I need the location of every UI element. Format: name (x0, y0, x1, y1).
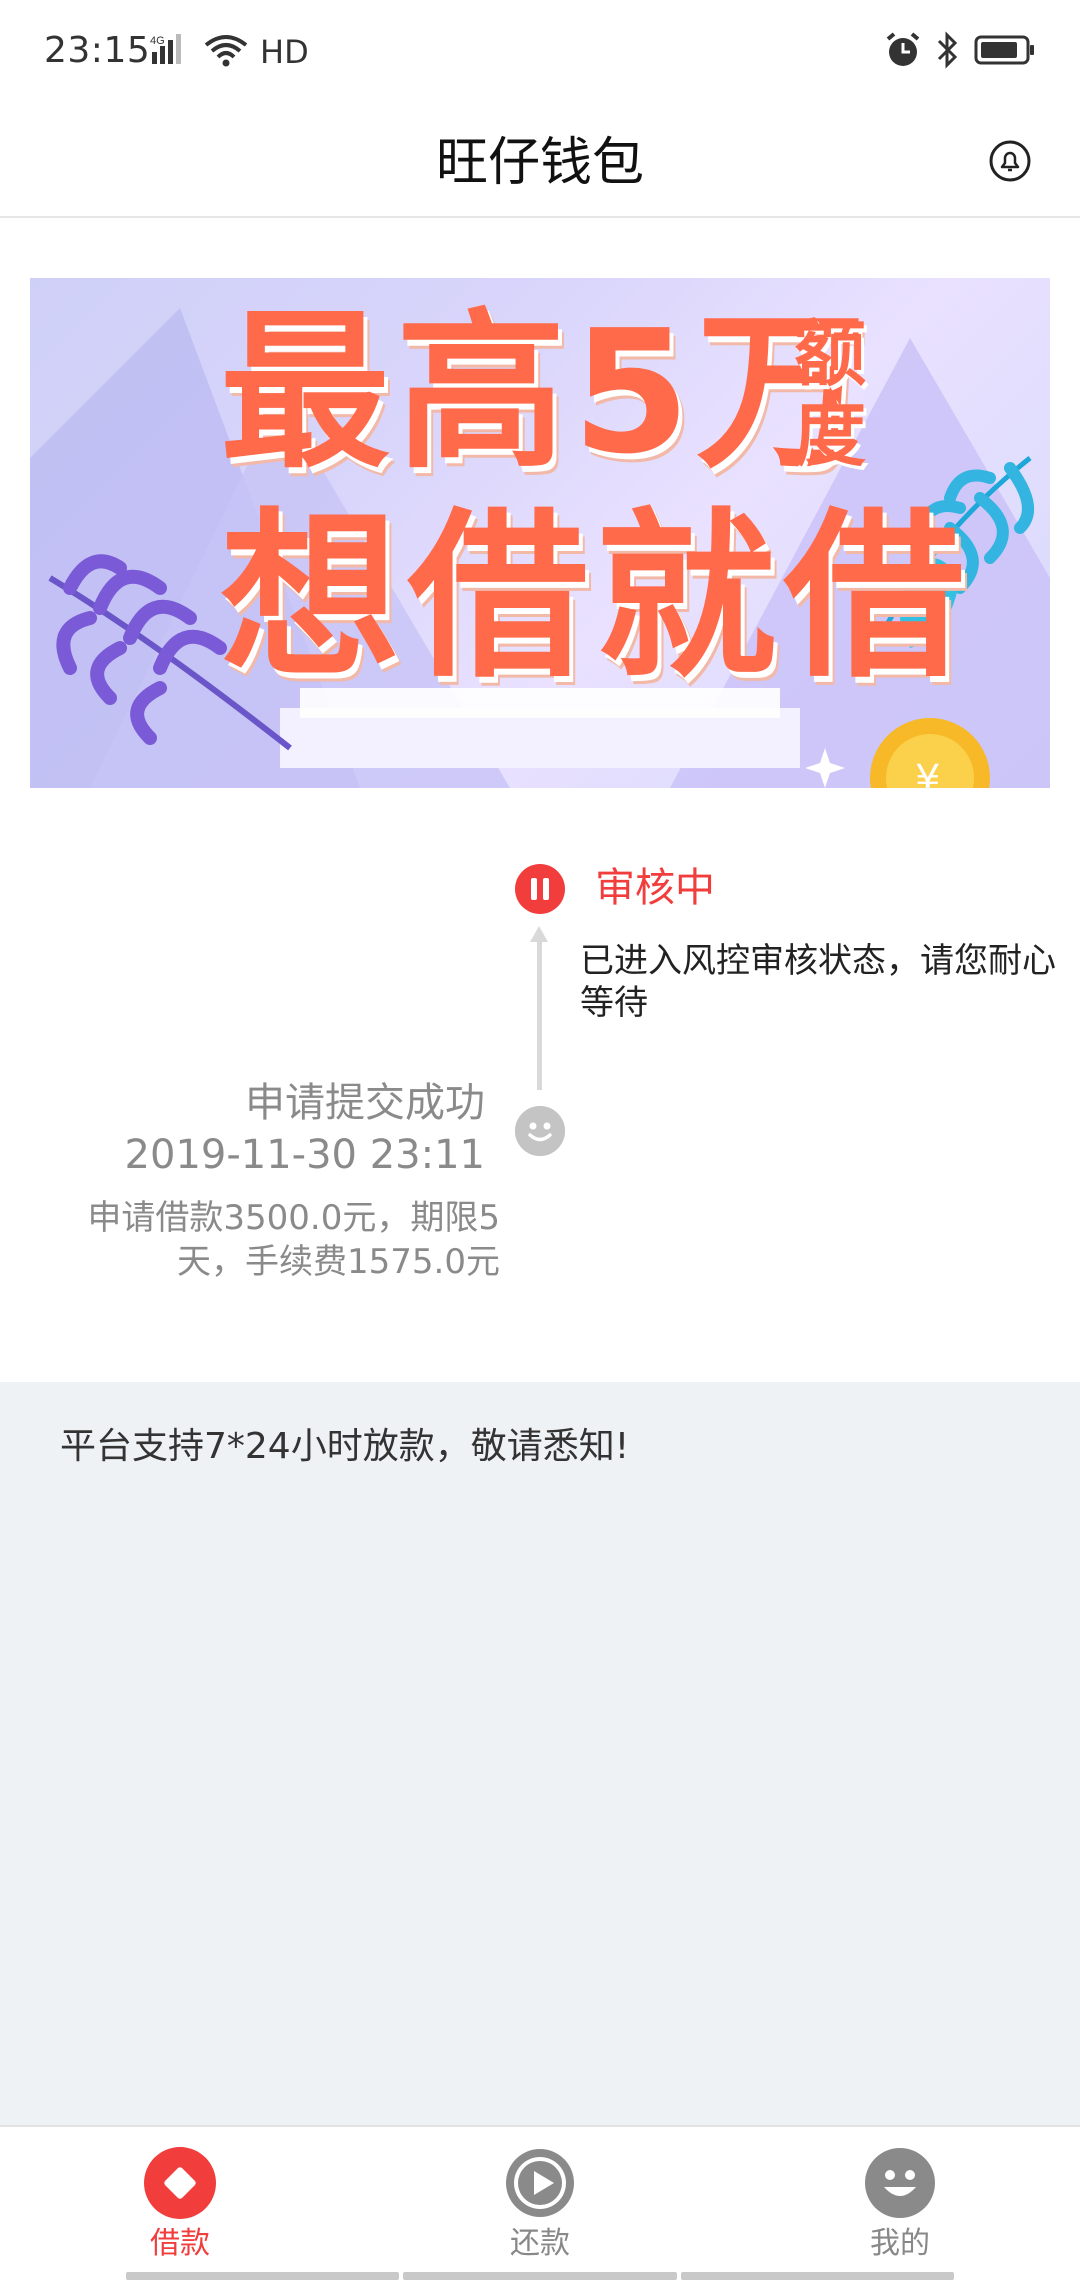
banner-headline: 最高5万 (220, 294, 873, 492)
bottom-nav: 借款 还款 我的 (0, 2125, 1080, 2280)
wifi-icon (204, 33, 248, 71)
notification-button[interactable] (980, 133, 1040, 193)
bluetooth-icon (936, 31, 960, 73)
svg-text:4G: 4G (150, 35, 165, 47)
review-status-title: 审核中 (595, 865, 715, 911)
notice-text: 平台支持7*24小时放款，敬请悉知! (60, 1426, 630, 1467)
timeline-connector (537, 940, 542, 1090)
signal-icon: 4G (150, 32, 194, 72)
nav-label-mine: 我的 (870, 2226, 930, 2261)
application-timeline: 审核中 已进入风控审核状态，请您耐心等待 申请提交成功 2019-11-30 2… (0, 830, 1080, 1380)
submit-status-title: 申请提交成功 (245, 1080, 485, 1126)
smiley-icon (864, 2147, 936, 2219)
banner-side-text: 额度 (793, 312, 866, 476)
status-right-icons (884, 31, 1036, 73)
pause-icon (515, 864, 565, 914)
nav-label-repay: 还款 (510, 2226, 570, 2261)
diamond-icon (144, 2147, 216, 2219)
alarm-icon (884, 31, 922, 73)
bell-icon (988, 139, 1032, 187)
app-header: 旺仔钱包 (0, 108, 1080, 218)
promo-banner[interactable]: ¥ 最高5万 额度 想借就借 (30, 278, 1050, 788)
submit-description: 申请借款3500.0元，期限5天，手续费1575.0元 (87, 1198, 500, 1282)
banner-subheadline: 想借就借 (220, 493, 973, 702)
nav-item-mine[interactable]: 我的 (720, 2127, 1080, 2277)
nav-label-borrow: 借款 (150, 2226, 210, 2261)
notice-area: 平台支持7*24小时放款，敬请悉知! (0, 1382, 1080, 2125)
play-icon (504, 2147, 576, 2219)
nav-item-borrow[interactable]: 借款 (0, 2127, 360, 2277)
svg-text:¥: ¥ (915, 757, 940, 788)
battery-icon (974, 33, 1036, 71)
status-left-icons: 4G HD (150, 32, 309, 72)
review-status-description: 已进入风控审核状态，请您耐心等待 (580, 941, 1056, 1023)
submit-timestamp: 2019-11-30 23:11 (124, 1132, 485, 1178)
hd-indicator: HD (260, 33, 309, 71)
nav-item-repay[interactable]: 还款 (360, 2127, 720, 2277)
status-time: 23:15 (44, 30, 151, 71)
home-indicator (126, 2272, 954, 2280)
smiley-icon (515, 1106, 565, 1156)
status-bar: 23:15 4G HD (0, 0, 1080, 108)
page-title: 旺仔钱包 (435, 133, 644, 193)
